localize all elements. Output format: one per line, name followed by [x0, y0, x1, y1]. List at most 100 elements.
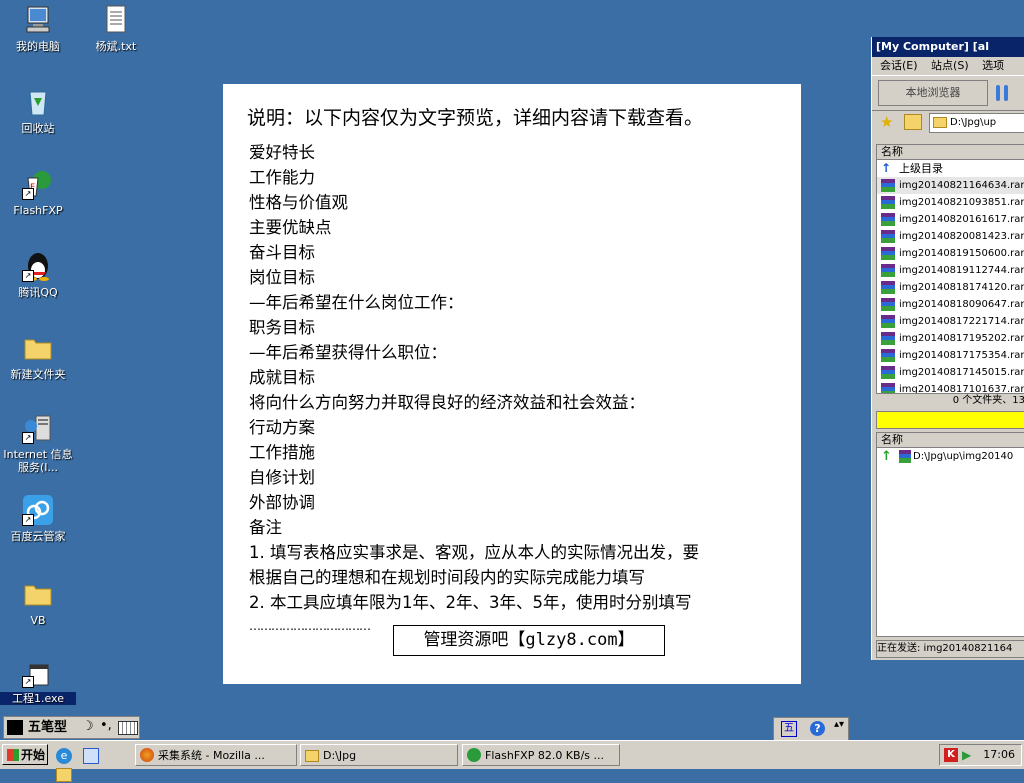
- folder-icon: [22, 332, 54, 364]
- file-row[interactable]: img20140821164634.rar: [877, 177, 1024, 194]
- transfer-progress-bar: [876, 411, 1024, 429]
- options-arrow-icon[interactable]: ▴▾: [834, 719, 844, 730]
- desktop-icon-label: FlashFXP: [13, 204, 63, 217]
- rar-archive-icon: [881, 247, 895, 260]
- up-arrow-icon: ↑: [881, 161, 892, 175]
- desktop-icon-flashfxp[interactable]: F ↗ FlashFXP: [0, 168, 76, 217]
- rar-archive-icon: [881, 281, 895, 294]
- desktop-icon-new-folder[interactable]: 新建文件夹: [0, 332, 76, 381]
- preview-line: 性格与价值观: [249, 193, 348, 212]
- preview-line: 根据自己的理想和在规划时间段内的实际完成能力填写: [249, 568, 645, 587]
- taskbar-task-firefox[interactable]: 采集系统 - Mozilla ...: [135, 744, 297, 766]
- desktop-icon-iis[interactable]: ↗ Internet 信息服务(I...: [0, 412, 76, 474]
- file-count-status: 0 个文件夹、13: [952, 395, 1024, 406]
- file-row[interactable]: img20140821093851.rar: [877, 194, 1024, 211]
- shortcut-arrow-icon: ↗: [22, 270, 34, 282]
- file-list[interactable]: 名称 ↑ 上级目录 img20140821164634.rar img20140…: [876, 144, 1024, 394]
- queue-item[interactable]: ↑ D:\Jpg\up\img20140: [877, 448, 1024, 465]
- desktop-icon-baidu-cloud[interactable]: ↗ 百度云管家: [0, 494, 76, 543]
- preview-line: 2. 本工具应填年限为1年、2年、3年、5年，使用时分别填写: [249, 593, 692, 612]
- file-row[interactable]: img20140817195202.rar: [877, 330, 1024, 347]
- flashfxp-icon: [467, 748, 481, 762]
- path-bar: ★ D:\Jpg\up: [872, 111, 1024, 133]
- file-name: img20140819150600.rar: [899, 248, 1024, 259]
- desktop-icon-label: 我的电脑: [16, 40, 60, 53]
- favorites-star-icon[interactable]: ★: [880, 113, 893, 131]
- document-preview: 说明：以下内容仅为文字预览，详细内容请下载查看。 爱好特长 工作能力 性格与价值…: [223, 84, 801, 684]
- desktop-icon-vb-folder[interactable]: VB: [0, 578, 76, 627]
- desktop-icon-label: 腾讯QQ: [18, 286, 58, 299]
- rar-archive-icon: [881, 332, 895, 345]
- file-row[interactable]: img20140818090647.rar: [877, 296, 1024, 313]
- window-title: [My Computer] [al: [876, 40, 989, 53]
- flashfxp-window[interactable]: [My Computer] [al 会话(E) 站点(S) 选项 本地浏览器 ★…: [871, 37, 1024, 660]
- file-row[interactable]: img20140817221714.rar: [877, 313, 1024, 330]
- file-row[interactable]: img20140819112744.rar: [877, 262, 1024, 279]
- file-row[interactable]: img20140820081423.rar: [877, 228, 1024, 245]
- local-browser-button[interactable]: 本地浏览器: [878, 80, 988, 106]
- folder-icon[interactable]: [56, 767, 72, 782]
- queue-column-header[interactable]: 名称: [877, 433, 1024, 448]
- start-button[interactable]: 开始: [2, 744, 48, 765]
- file-name: img20140821164634.rar: [899, 180, 1024, 191]
- file-row[interactable]: img20140817175354.rar: [877, 347, 1024, 364]
- file-row[interactable]: img20140817101637.rar: [877, 381, 1024, 394]
- preview-lines: 爱好特长 工作能力 性格与价值观 主要优缺点 奋斗目标 岗位目标 —年后希望在什…: [249, 140, 789, 615]
- file-row[interactable]: img20140819150600.rar: [877, 245, 1024, 262]
- pause-icon[interactable]: [992, 83, 1012, 103]
- desktop-icon-label: Internet 信息服务(I...: [3, 448, 73, 474]
- file-name: img20140820161617.rar: [899, 214, 1024, 225]
- desktop-icon-text-file[interactable]: 杨斌.txt: [78, 4, 154, 53]
- task-label: D:\Jpg: [323, 749, 357, 762]
- menu-bar: 会话(E) 站点(S) 选项: [872, 57, 1024, 75]
- taskbar-task-explorer[interactable]: D:\Jpg: [300, 744, 458, 766]
- rar-archive-icon: [881, 366, 895, 379]
- volume-icon[interactable]: ▶: [962, 748, 976, 762]
- rar-archive-icon: [899, 450, 911, 463]
- clock[interactable]: 17:06: [983, 745, 1015, 765]
- file-name: img20140818090647.rar: [899, 299, 1024, 310]
- ime-toggle-icon[interactable]: 五: [781, 721, 797, 737]
- path-value: D:\Jpg\up: [950, 117, 997, 128]
- transfer-queue[interactable]: 名称 ↑ D:\Jpg\up\img20140: [876, 432, 1024, 637]
- file-row[interactable]: img20140817145015.rar: [877, 364, 1024, 381]
- up-folder-icon[interactable]: [904, 114, 922, 130]
- site-banner-link[interactable]: 管理资源吧【glzy8.com】: [393, 625, 665, 656]
- menu-session[interactable]: 会话(E): [880, 59, 918, 72]
- flashfxp-icon: F ↗: [22, 168, 54, 200]
- preview-line: 将向什么方向努力并取得良好的经济效益和社会效益：: [249, 393, 645, 412]
- soft-keyboard-icon[interactable]: [118, 721, 138, 735]
- taskbar-task-flashfxp[interactable]: FlashFXP 82.0 KB/s ...: [462, 744, 620, 766]
- ie-icon[interactable]: e: [56, 747, 72, 764]
- desktop-icon-recycle-bin[interactable]: 回收站: [0, 86, 76, 135]
- window-title-bar[interactable]: [My Computer] [al: [872, 37, 1024, 57]
- punctuation-icon[interactable]: •,: [100, 718, 112, 733]
- file-row[interactable]: img20140818174120.rar: [877, 279, 1024, 296]
- desktop-icon-exe[interactable]: ↗ 工程1.exe: [0, 662, 76, 705]
- help-icon[interactable]: ?: [810, 721, 825, 736]
- ime-language-bar[interactable]: 五笔型 ☽ •,: [3, 716, 140, 739]
- secondary-ime-bar[interactable]: 五 ? ▴▾: [773, 717, 849, 741]
- desktop-icon-label: 工程1.exe: [0, 692, 76, 705]
- column-header-name[interactable]: 名称: [877, 145, 1024, 160]
- shortcut-arrow-icon: ↗: [22, 188, 34, 200]
- menu-sites[interactable]: 站点(S): [931, 59, 969, 72]
- half-width-moon-icon[interactable]: ☽: [82, 719, 94, 734]
- file-name: img20140817101637.rar: [899, 384, 1024, 394]
- file-row[interactable]: img20140820161617.rar: [877, 211, 1024, 228]
- file-name: img20140820081423.rar: [899, 231, 1024, 242]
- show-desktop-icon[interactable]: [83, 747, 100, 764]
- file-name: img20140821093851.rar: [899, 197, 1024, 208]
- windows-logo-icon: [7, 749, 19, 761]
- desktop-icon-label: 回收站: [21, 122, 55, 135]
- desktop-icon-my-computer[interactable]: 我的电脑: [0, 4, 76, 53]
- preview-line: 外部协调: [249, 493, 315, 512]
- desktop-icon-qq[interactable]: ↗ 腾讯QQ: [0, 250, 76, 299]
- antivirus-icon[interactable]: K: [944, 748, 958, 762]
- parent-directory-row[interactable]: ↑ 上级目录: [877, 160, 1024, 177]
- menu-options[interactable]: 选项: [982, 59, 1004, 72]
- sending-status: 正在发送: img20140821164: [876, 640, 1024, 658]
- ime-mode-label[interactable]: 五笔型: [28, 719, 67, 736]
- shortcut-arrow-icon: ↗: [22, 676, 34, 688]
- path-input[interactable]: D:\Jpg\up: [929, 113, 1024, 133]
